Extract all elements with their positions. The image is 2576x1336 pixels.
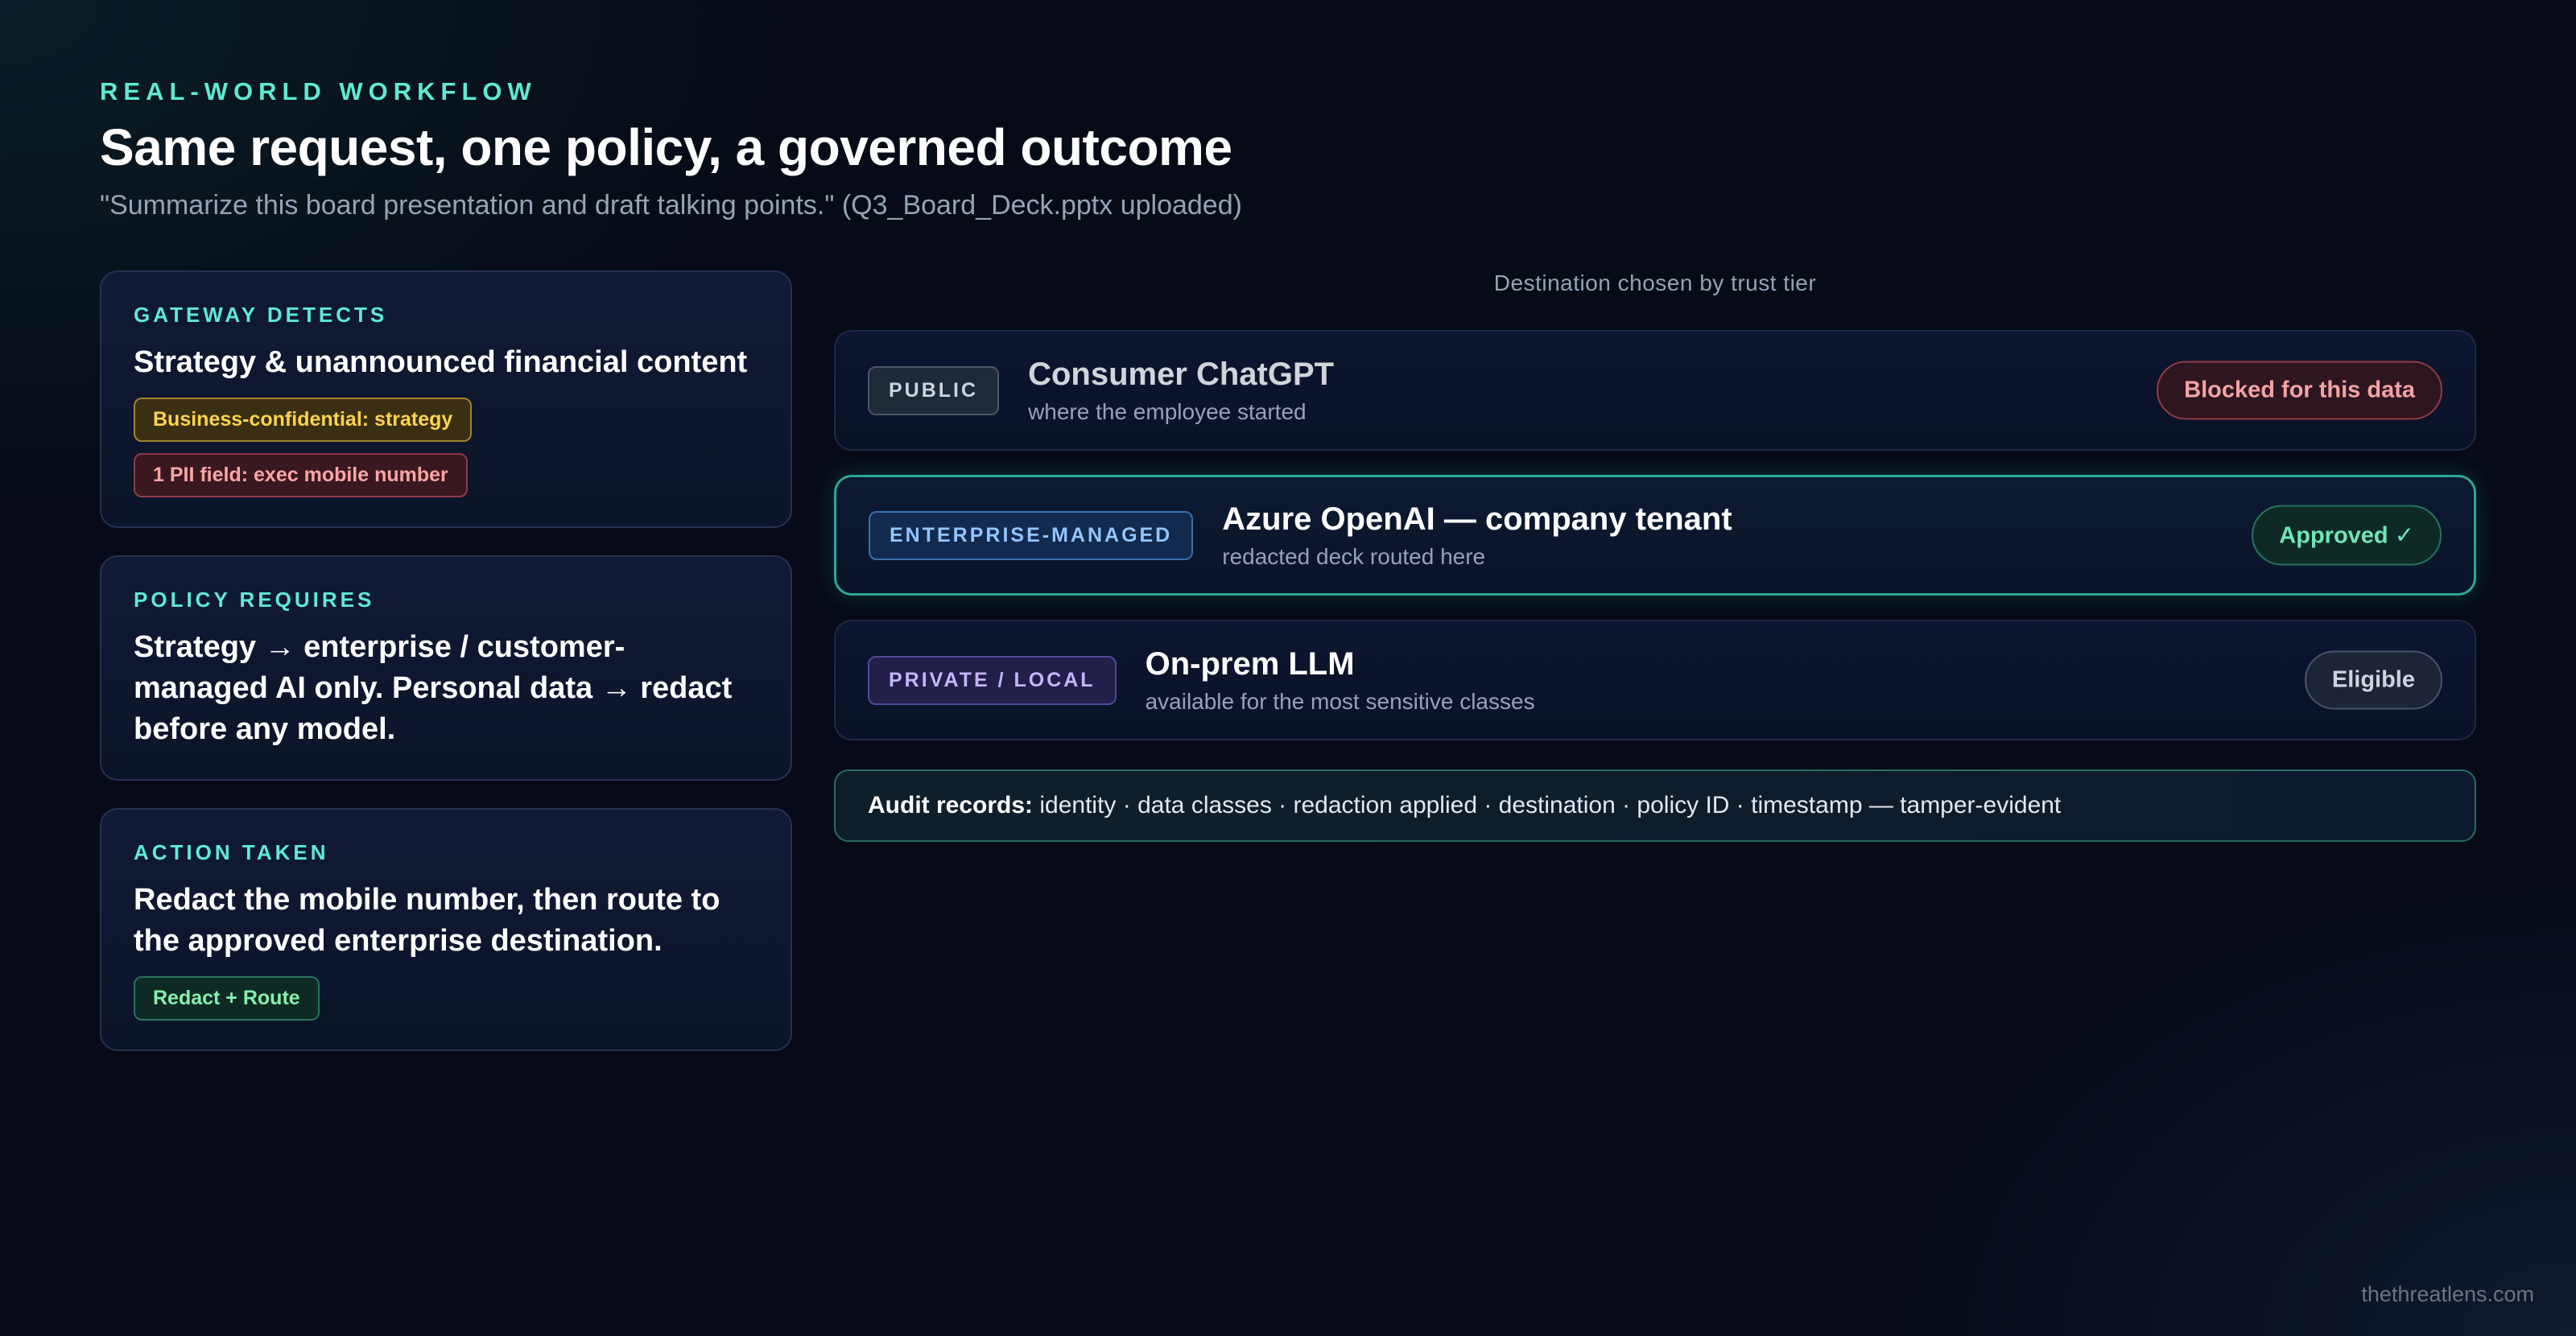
destination-text: Azure OpenAI — company tenant redacted d… [1222, 501, 1732, 570]
destination-note: where the employee started [1028, 398, 1307, 424]
destination-name: Consumer ChatGPT [1028, 356, 1335, 392]
destination-note: available for the most sensitive classes [1145, 688, 1535, 714]
destination-private: PRIVATE / LOCAL On-prem LLM available fo… [834, 620, 2476, 740]
tier-badge: ENTERPRISE-MANAGED [869, 510, 1194, 560]
destination-column: Destination chosen by trust tier PUBLIC … [834, 270, 2476, 842]
tier-badge: PRIVATE / LOCAL [868, 655, 1117, 705]
footer-brand: thethreatlens.com [2361, 1282, 2534, 1306]
status-badge-approved: Approved ✓ [2252, 505, 2442, 566]
workflow-column: GATEWAY DETECTS Strategy & unannounced f… [100, 270, 792, 1078]
audit-label: Audit records: [868, 792, 1034, 819]
tag-business-confidential: Business-confidential: strategy [134, 398, 473, 442]
tag-pii-field: 1 PII field: exec mobile number [134, 453, 468, 497]
card-text: Redact the mobile number, then route to … [134, 883, 720, 958]
card-policy-requires: POLICY REQUIRES Strategy → enterprise / … [100, 555, 792, 781]
eyebrow: REAL-WORLD WORKFLOW [100, 77, 537, 105]
destination-enterprise: ENTERPRISE-MANAGED Azure OpenAI — compan… [834, 475, 2476, 596]
card-gateway-detects: GATEWAY DETECTS Strategy & unannounced f… [100, 270, 792, 528]
card-label: ACTION TAKEN [134, 840, 329, 864]
card-label: GATEWAY DETECTS [134, 303, 388, 327]
destination-note: redacted deck routed here [1222, 543, 1486, 569]
card-action-taken: ACTION TAKEN Redact the mobile number, t… [100, 808, 792, 1051]
destination-text: On-prem LLM available for the most sensi… [1146, 646, 1535, 715]
destination-name: Azure OpenAI — company tenant [1222, 501, 1732, 537]
card-text: Strategy → enterprise / customer-managed… [134, 630, 733, 746]
audit-text: identity · data classes · redaction appl… [1039, 792, 2062, 819]
audit-records: Audit records: identity · data classes ·… [834, 769, 2476, 842]
card-label: POLICY REQUIRES [134, 588, 375, 612]
tag-redact-route: Redact + Route [134, 976, 320, 1021]
tier-badge: PUBLIC [868, 365, 1000, 415]
page-subtitle: "Summarize this board presentation and d… [100, 190, 1242, 221]
status-badge-eligible: Eligible [2304, 650, 2442, 710]
slide: REAL-WORLD WORKFLOW Same request, one po… [100, 77, 2476, 1051]
destination-public: PUBLIC Consumer ChatGPT where the employ… [834, 330, 2476, 451]
card-text: Strategy & unannounced financial content [134, 345, 748, 379]
destination-name: On-prem LLM [1145, 645, 1355, 682]
status-badge-blocked: Blocked for this data [2157, 361, 2442, 420]
destination-header: Destination chosen by trust tier [1493, 270, 1817, 295]
page-title: Same request, one policy, a governed out… [100, 118, 1232, 176]
destination-text: Consumer ChatGPT where the employee star… [1028, 357, 1334, 425]
